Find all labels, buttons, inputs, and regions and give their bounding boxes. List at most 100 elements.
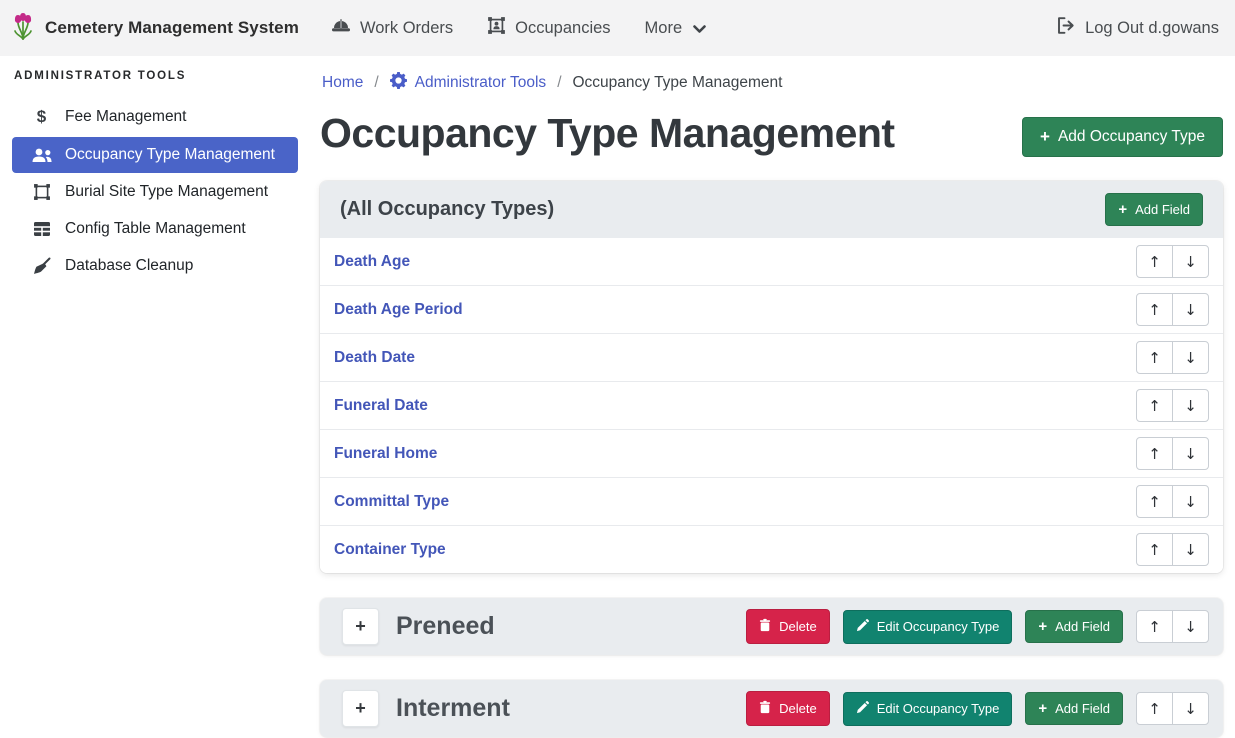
field-link[interactable]: Funeral Date — [334, 397, 428, 415]
field-link[interactable]: Committal Type — [334, 493, 449, 511]
occupancy-type-section-preneed: + Preneed Delete — [320, 598, 1223, 655]
field-link[interactable]: Funeral Home — [334, 445, 437, 463]
move-down-button[interactable]: ↓ — [1172, 533, 1209, 566]
users-icon — [30, 148, 53, 163]
nav-more-label: More — [645, 19, 683, 38]
move-down-button[interactable]: ↓ — [1172, 692, 1209, 725]
edit-occupancy-type-button[interactable]: Edit Occupancy Type — [843, 692, 1013, 726]
gear-icon — [390, 72, 407, 94]
delete-button[interactable]: Delete — [746, 691, 830, 726]
move-down-button[interactable]: ↓ — [1172, 245, 1209, 278]
add-occupancy-type-button[interactable]: + Add Occupancy Type — [1022, 117, 1223, 157]
move-up-button[interactable]: ↑ — [1136, 389, 1173, 422]
breadcrumb-admin-tools-label: Administrator Tools — [415, 74, 547, 92]
move-up-button[interactable]: ↑ — [1136, 293, 1173, 326]
sidebar-heading: ADMINISTRATOR TOOLS — [14, 70, 298, 82]
hard-hat-icon — [331, 17, 351, 39]
nav-occupancies[interactable]: Occupancies — [487, 16, 610, 40]
sidebar: ADMINISTRATOR TOOLS $ Fee Management Occ… — [0, 56, 310, 285]
all-types-card-title: (All Occupancy Types) — [340, 198, 554, 221]
field-link[interactable]: Container Type — [334, 541, 446, 559]
reorder-buttons: ↑ ↓ — [1136, 389, 1209, 422]
move-down-button[interactable]: ↓ — [1172, 610, 1209, 643]
expand-button[interactable]: + — [342, 608, 379, 645]
navbar: Cemetery Management System Work Orders — [0, 0, 1235, 56]
occupancy-type-section-interment: + Interment Delete — [320, 680, 1223, 737]
trash-icon — [759, 618, 771, 635]
reorder-buttons: ↑ ↓ — [1136, 293, 1209, 326]
section-title: Interment — [396, 694, 510, 723]
plus-icon: + — [1038, 619, 1047, 634]
edit-occupancy-type-label: Edit Occupancy Type — [877, 701, 1000, 716]
brand[interactable]: Cemetery Management System — [10, 11, 299, 46]
sidebar-item-fee-management[interactable]: $ Fee Management — [12, 98, 298, 136]
reorder-buttons: ↑ ↓ — [1136, 692, 1209, 725]
field-row-committal-type: Committal Type ↑ ↓ — [320, 478, 1223, 526]
logout-label: Log Out d.gowans — [1085, 19, 1219, 38]
move-down-button[interactable]: ↓ — [1172, 341, 1209, 374]
sidebar-item-database-cleanup[interactable]: Database Cleanup — [12, 248, 298, 284]
sidebar-item-config-table-management[interactable]: Config Table Management — [12, 211, 298, 247]
section-actions: Delete Edit Occupancy Type + Add Field — [746, 609, 1209, 644]
nav-work-orders-label: Work Orders — [360, 19, 453, 38]
breadcrumb-administrator-tools[interactable]: Administrator Tools — [390, 72, 547, 94]
field-link[interactable]: Death Age — [334, 253, 410, 271]
move-down-button[interactable]: ↓ — [1172, 293, 1209, 326]
page-header: Occupancy Type Management + Add Occupanc… — [320, 100, 1223, 173]
move-up-button[interactable]: ↑ — [1136, 437, 1173, 470]
main-content: Home / Administrator Tools / Occupancy T… — [310, 56, 1235, 737]
breadcrumb-separator: / — [557, 74, 561, 92]
move-down-button[interactable]: ↓ — [1172, 389, 1209, 422]
breadcrumb-home-label: Home — [322, 74, 363, 92]
nav-occupancies-label: Occupancies — [515, 19, 610, 38]
plus-icon: + — [1118, 202, 1127, 217]
sidebar-item-occupancy-type-management[interactable]: Occupancy Type Management — [12, 137, 298, 173]
nav-links: Work Orders Occupancies More — [331, 16, 706, 40]
move-up-button[interactable]: ↑ — [1136, 533, 1173, 566]
move-down-button[interactable]: ↓ — [1172, 437, 1209, 470]
breadcrumb: Home / Administrator Tools / Occupancy T… — [322, 72, 1223, 94]
move-down-button[interactable]: ↓ — [1172, 485, 1209, 518]
breadcrumb-home[interactable]: Home — [322, 74, 363, 92]
edit-occupancy-type-button[interactable]: Edit Occupancy Type — [843, 610, 1013, 644]
plus-icon: + — [1040, 128, 1050, 145]
add-field-button[interactable]: + Add Field — [1105, 193, 1203, 226]
tulips-logo-icon — [10, 11, 36, 46]
move-up-button[interactable]: ↑ — [1136, 485, 1173, 518]
nav-more[interactable]: More — [645, 17, 707, 39]
field-row-death-age-period: Death Age Period ↑ ↓ — [320, 286, 1223, 334]
add-field-label: Add Field — [1055, 619, 1110, 634]
reorder-buttons: ↑ ↓ — [1136, 437, 1209, 470]
move-up-button[interactable]: ↑ — [1136, 610, 1173, 643]
field-row-death-age: Death Age ↑ ↓ — [320, 238, 1223, 286]
edit-occupancy-type-label: Edit Occupancy Type — [877, 619, 1000, 634]
field-link[interactable]: Death Date — [334, 349, 415, 367]
logout-link[interactable]: Log Out d.gowans — [1057, 17, 1219, 39]
vector-square-icon — [30, 183, 53, 201]
all-occupancy-types-card: (All Occupancy Types) + Add Field Death … — [320, 181, 1223, 573]
sidebar-item-label: Occupancy Type Management — [65, 146, 275, 164]
broom-icon — [30, 257, 53, 275]
section-title: Preneed — [396, 612, 495, 641]
dollar-icon: $ — [30, 107, 53, 127]
field-row-death-date: Death Date ↑ ↓ — [320, 334, 1223, 382]
move-up-button[interactable]: ↑ — [1136, 341, 1173, 374]
page-title: Occupancy Type Management — [320, 110, 895, 157]
add-field-label: Add Field — [1135, 202, 1190, 217]
move-up-button[interactable]: ↑ — [1136, 692, 1173, 725]
breadcrumb-separator: / — [374, 74, 378, 92]
sidebar-item-burial-site-type-management[interactable]: Burial Site Type Management — [12, 174, 298, 210]
sign-out-icon — [1057, 17, 1076, 39]
field-row-funeral-date: Funeral Date ↑ ↓ — [320, 382, 1223, 430]
sidebar-item-label: Fee Management — [65, 108, 187, 126]
delete-button[interactable]: Delete — [746, 609, 830, 644]
sidebar-item-label: Config Table Management — [65, 220, 246, 238]
reorder-buttons: ↑ ↓ — [1136, 341, 1209, 374]
move-up-button[interactable]: ↑ — [1136, 245, 1173, 278]
add-field-button[interactable]: + Add Field — [1025, 610, 1123, 643]
chevron-down-icon — [693, 20, 706, 39]
expand-button[interactable]: + — [342, 690, 379, 727]
nav-work-orders[interactable]: Work Orders — [331, 17, 453, 39]
add-field-button[interactable]: + Add Field — [1025, 692, 1123, 725]
field-link[interactable]: Death Age Period — [334, 301, 463, 319]
